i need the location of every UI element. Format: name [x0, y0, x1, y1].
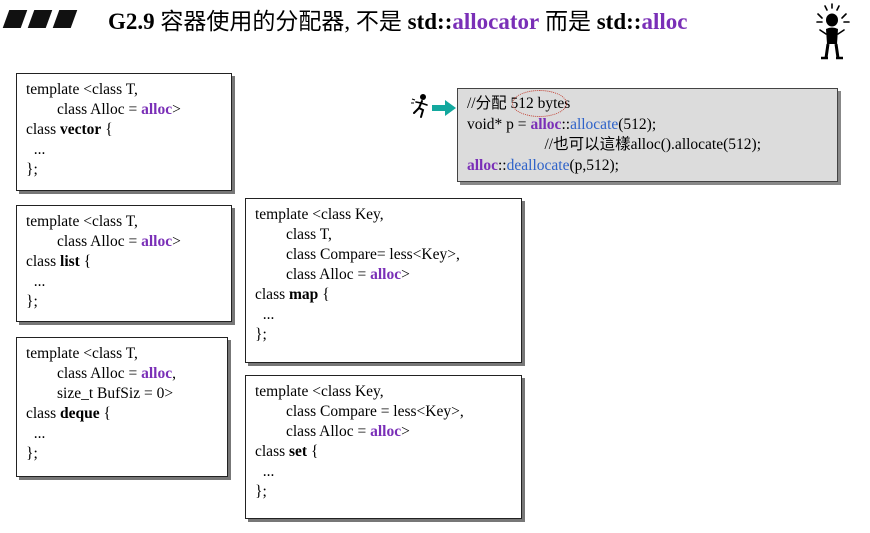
deque-code-box: template <class T, class Alloc = alloc, … [16, 337, 228, 477]
class-name-vector: vector [60, 121, 102, 138]
highlight-ellipse [512, 90, 567, 117]
slash-bars-icon [0, 10, 80, 28]
code-line: template <class T, [26, 213, 138, 230]
code-line: ... [26, 141, 46, 158]
code-line: template <class Key, [255, 383, 384, 400]
right-arrow-icon [432, 100, 456, 116]
title-code: G2.9 [108, 9, 155, 34]
code-line: class Alloc = alloc> [255, 266, 410, 283]
code-line: class Alloc = alloc> [255, 423, 410, 440]
code-line: ... [255, 306, 275, 323]
class-name-deque: deque [60, 405, 100, 422]
code-line: class Compare= less<Key>, [255, 246, 460, 263]
alloc-keyword: alloc [530, 115, 562, 133]
class-name-list: list [60, 253, 80, 270]
code-line: ... [26, 425, 46, 442]
code-line: }; [26, 445, 38, 462]
code-line: }; [26, 293, 38, 310]
alloc-keyword: alloc [141, 233, 173, 250]
code-line: template <class T, [26, 345, 138, 362]
list-code-box: template <class T, class Alloc = alloc> … [16, 205, 232, 322]
code-line: class vector { [26, 121, 113, 138]
map-code-box: template <class Key, class T, class Comp… [245, 198, 522, 363]
code-line: class map { [255, 286, 330, 303]
code-line: class Compare = less<Key>, [255, 403, 464, 420]
page-title: G2.9 容器使用的分配器, 不是 std::allocator 而是 std:… [108, 8, 687, 36]
allocate-function: allocate [570, 115, 619, 133]
alloc-keyword: alloc [141, 101, 173, 118]
vector-code-box: template <class T, class Alloc = alloc> … [16, 73, 232, 191]
code-line: template <class T, [26, 81, 138, 98]
code-line: class deque { [26, 405, 111, 422]
code-line: ... [255, 463, 275, 480]
runner-icon [411, 94, 428, 118]
cartoon-figure-icon [816, 3, 850, 60]
code-line: alloc::deallocate(p,512); [467, 156, 619, 174]
alloc-keyword: alloc [370, 266, 402, 283]
title-text-1: 容器使用的分配器, 不是 [154, 9, 408, 34]
title-keyword-alloc: alloc [641, 9, 688, 34]
set-code-box: template <class Key, class Compare = les… [245, 375, 522, 519]
class-name-map: map [289, 286, 319, 303]
alloc-keyword: alloc [370, 423, 402, 440]
deallocate-function: deallocate [506, 156, 570, 174]
code-line: class T, [255, 226, 332, 243]
code-line: class list { [26, 253, 92, 270]
code-line: size_t BufSiz = 0> [26, 385, 174, 402]
code-line: class Alloc = alloc> [26, 233, 181, 250]
code-line: void* p = alloc::allocate(512); [467, 115, 657, 133]
code-line: }; [255, 326, 267, 343]
comment-line: //也可以這樣alloc().allocate(512); [467, 136, 762, 153]
class-name-set: set [289, 443, 308, 460]
title-std-1: std:: [407, 9, 453, 34]
code-line: ... [26, 273, 46, 290]
title-text-2: 而是 [539, 9, 597, 34]
alloc-keyword: alloc [141, 365, 173, 382]
title-keyword-allocator: allocator [452, 9, 540, 34]
code-line: }; [26, 161, 38, 178]
code-line: class Alloc = alloc, [26, 365, 176, 382]
code-line: class set { [255, 443, 319, 460]
alloc-keyword: alloc [467, 156, 498, 174]
code-line: class Alloc = alloc> [26, 101, 181, 118]
code-line: }; [255, 483, 267, 500]
title-std-2: std:: [596, 9, 642, 34]
code-line: template <class Key, [255, 206, 384, 223]
